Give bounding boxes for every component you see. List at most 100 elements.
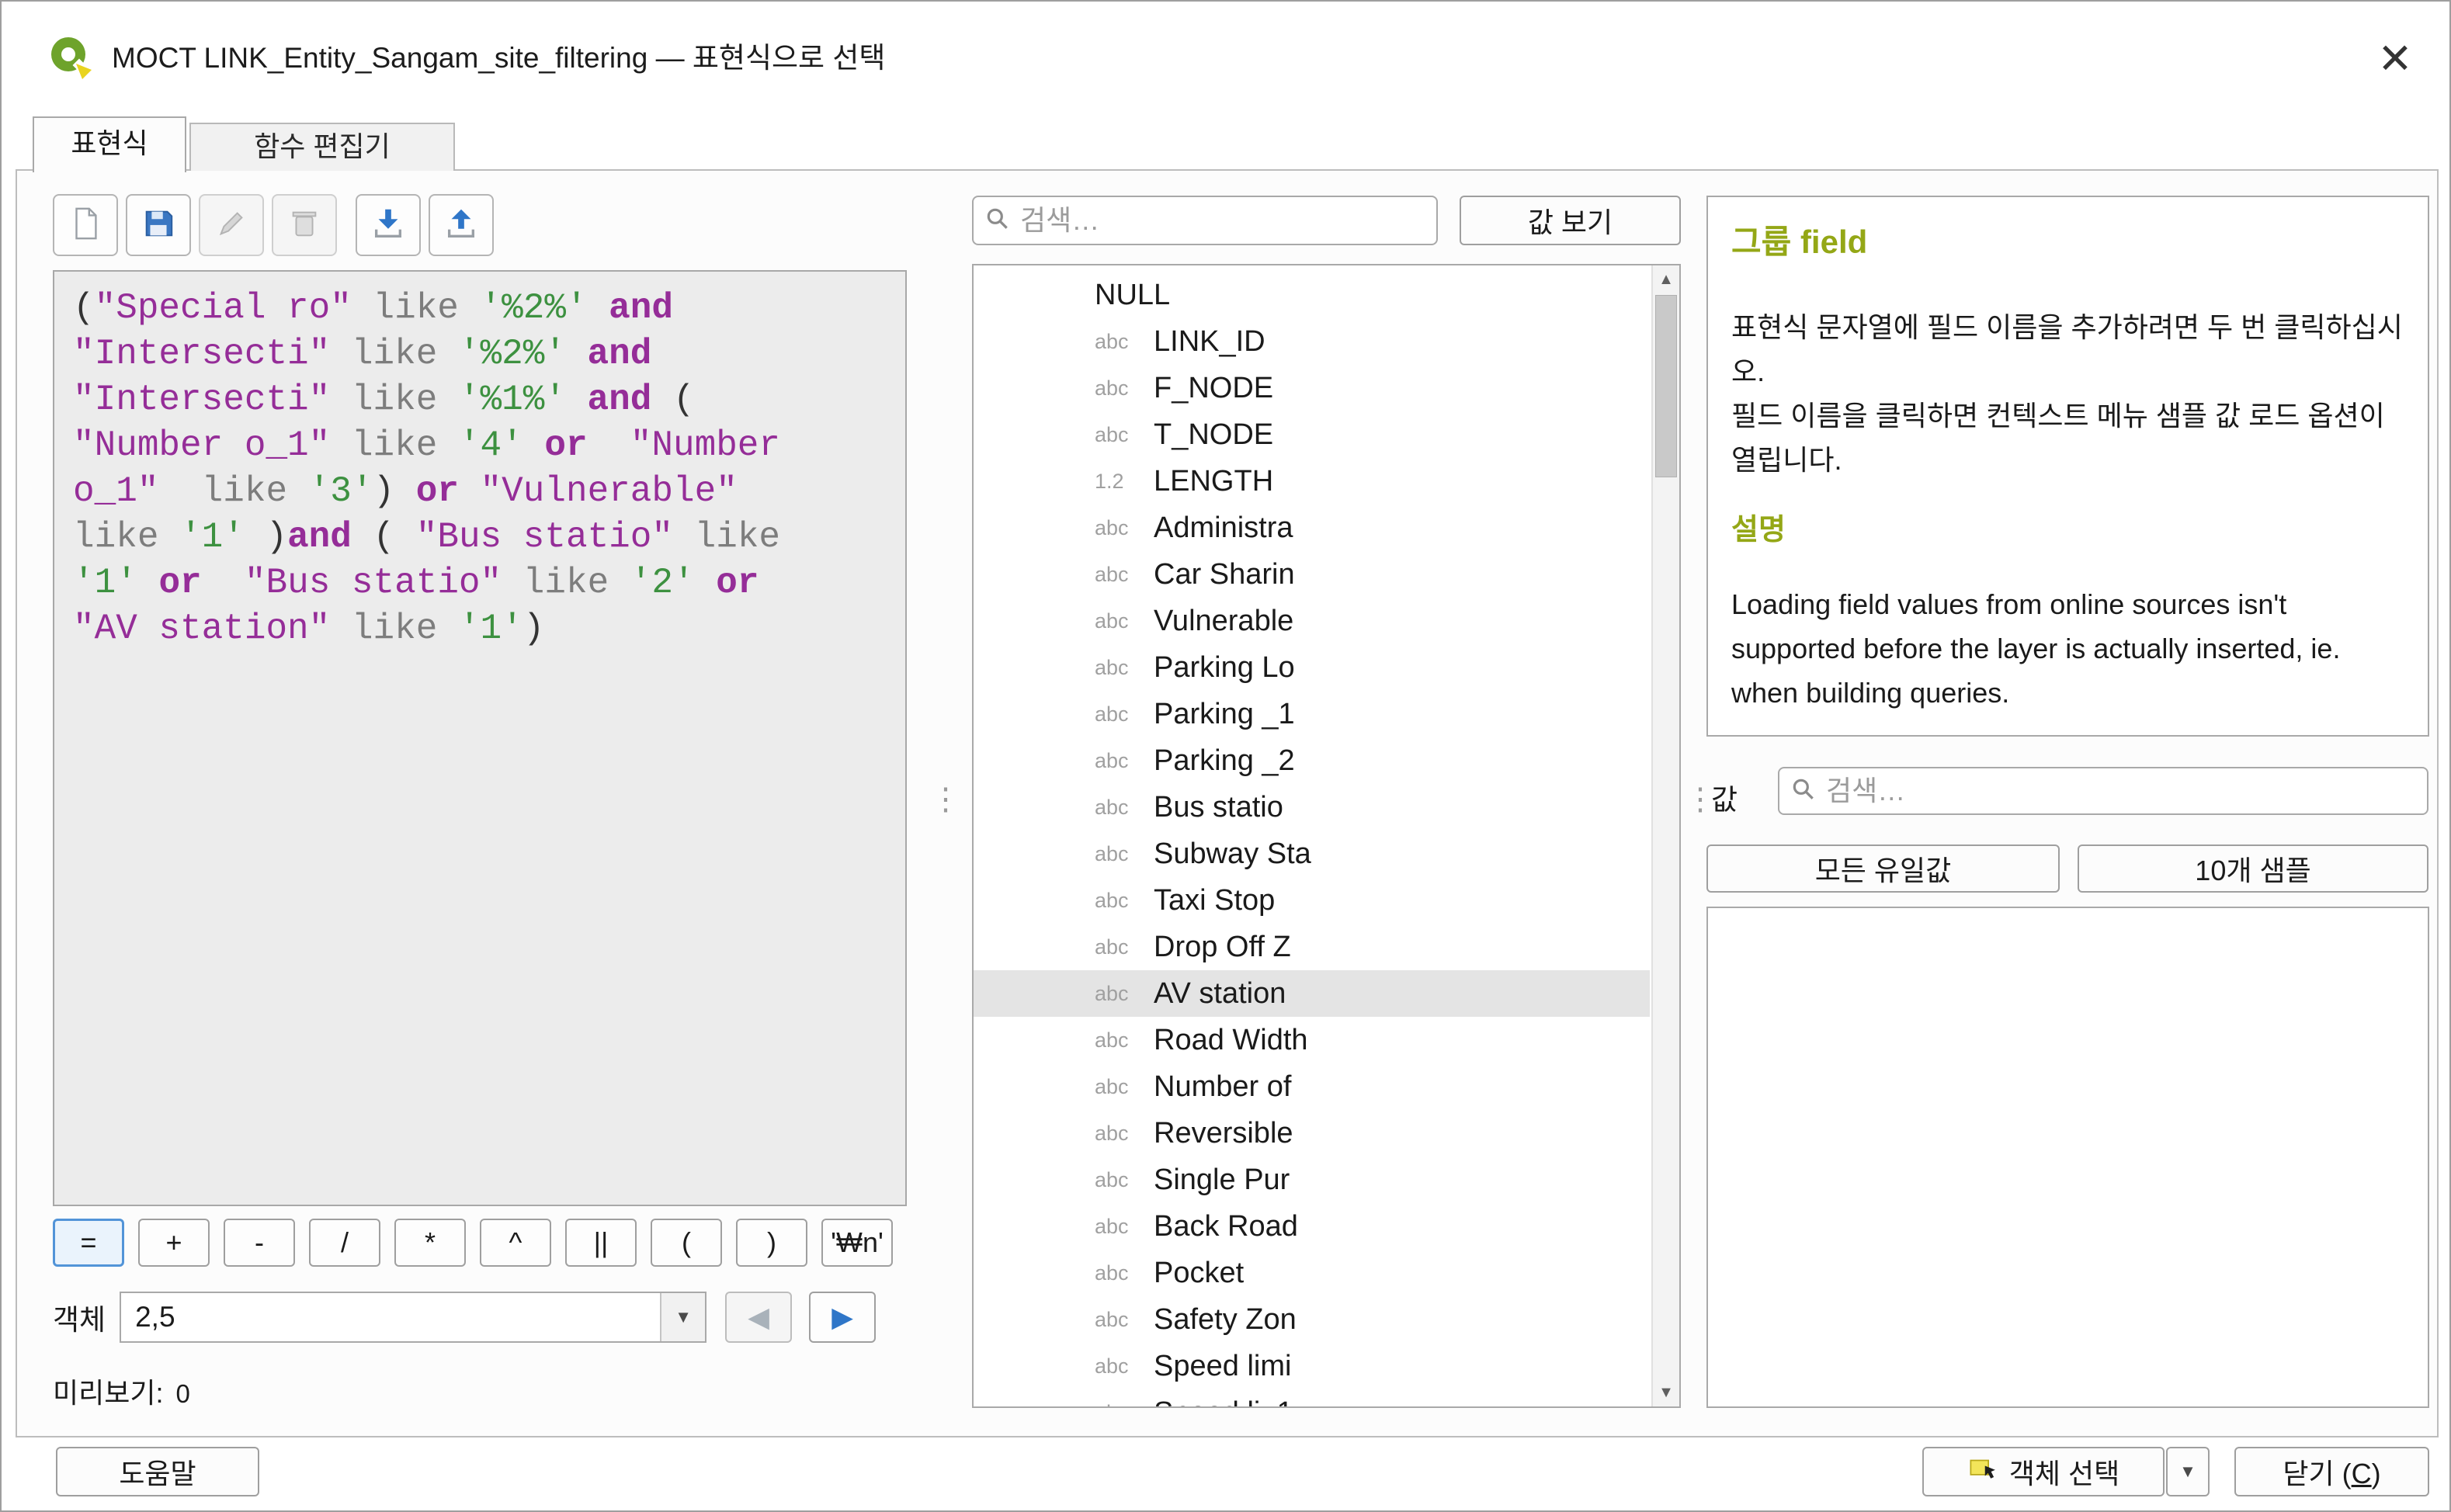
expression-editor[interactable]: ("Special ro" like '%2%' and "Intersecti… <box>53 270 907 1206</box>
import-expression-button[interactable] <box>356 194 421 256</box>
field-list-item[interactable]: abcParking _1 <box>974 691 1650 737</box>
operator-button[interactable]: * <box>394 1219 466 1267</box>
string-field-icon: abc <box>1095 982 1154 1006</box>
field-search-box <box>972 196 1438 245</box>
all-unique-values-button[interactable]: 모든 유일값 <box>1706 844 2060 893</box>
field-list-item[interactable]: abcSubway Sta <box>974 831 1650 877</box>
field-list-item[interactable]: abcCar Sharin <box>974 551 1650 598</box>
field-list-item[interactable]: 1.2LENGTH <box>974 458 1650 505</box>
field-list-item[interactable]: abcParking Lo <box>974 644 1650 691</box>
field-label: NULL <box>1095 279 1170 312</box>
prev-arrow-icon: ◀ <box>748 1301 769 1333</box>
edit-expression-button[interactable] <box>199 194 264 256</box>
field-label: F_NODE <box>1154 372 1273 405</box>
operator-button[interactable]: + <box>138 1219 210 1267</box>
field-list-item[interactable]: abcAV station <box>974 970 1650 1017</box>
field-label: Number of <box>1154 1070 1291 1104</box>
field-label: Administra <box>1154 512 1293 545</box>
operator-button[interactable]: '₩n' <box>821 1219 893 1267</box>
string-field-icon: abc <box>1095 1168 1154 1192</box>
field-list-item[interactable]: abcSingle Pur <box>974 1157 1650 1203</box>
select-features-button[interactable]: 객체 선택 <box>1922 1447 2165 1496</box>
operator-button[interactable]: ) <box>736 1219 807 1267</box>
string-field-icon: abc <box>1095 1028 1154 1053</box>
prev-feature-button[interactable]: ◀ <box>725 1292 792 1343</box>
preview-row: 미리보기: 0 <box>53 1371 190 1411</box>
field-list-item[interactable]: abcRoad Width <box>974 1017 1650 1063</box>
next-feature-button[interactable]: ▶ <box>809 1292 876 1343</box>
field-label: Safety Zon <box>1154 1303 1297 1337</box>
select-features-dropdown-button[interactable]: ▼ <box>2166 1447 2210 1496</box>
field-list-item[interactable]: abcF_NODE <box>974 365 1650 411</box>
field-list-item[interactable]: abcReversible <box>974 1110 1650 1157</box>
values-search-input[interactable] <box>1826 775 2416 807</box>
field-list-item[interactable]: abcVulnerable <box>974 598 1650 644</box>
values-search-box <box>1778 767 2428 815</box>
field-list-item[interactable]: abcSpeed limi <box>974 1343 1650 1389</box>
description-heading: 설명 <box>1731 505 2404 548</box>
save-expression-button[interactable] <box>126 194 191 256</box>
save-icon <box>141 206 176 245</box>
select-features-label: 객체 선택 <box>2009 1451 2119 1492</box>
field-label: Road Width <box>1154 1024 1308 1057</box>
field-label: Parking Lo <box>1154 651 1295 685</box>
field-list-item[interactable]: abcBack Road <box>974 1203 1650 1250</box>
field-list-item[interactable]: NULL <box>974 272 1650 318</box>
feature-combobox[interactable]: 2,5 ▼ <box>120 1292 706 1343</box>
chevron-down-icon[interactable]: ▼ <box>660 1293 705 1341</box>
string-field-icon: abc <box>1095 516 1154 540</box>
operator-button[interactable]: / <box>309 1219 380 1267</box>
field-list-item[interactable]: abcLINK_ID <box>974 318 1650 365</box>
scroll-thumb[interactable] <box>1655 295 1677 477</box>
close-icon[interactable]: ✕ <box>2361 26 2429 92</box>
field-list-item[interactable]: abcTaxi Stop <box>974 877 1650 924</box>
field-list-item[interactable]: abcPocket <box>974 1250 1650 1296</box>
field-label: Reversible <box>1154 1117 1293 1150</box>
field-list-item[interactable]: abcT_NODE <box>974 411 1650 458</box>
values-label: 값 <box>1711 776 1738 818</box>
help-button[interactable]: 도움말 <box>56 1447 259 1496</box>
new-file-icon <box>68 206 103 245</box>
operator-button[interactable]: - <box>224 1219 295 1267</box>
field-label: Subway Sta <box>1154 837 1311 871</box>
field-list-item[interactable]: abcDrop Off Z <box>974 924 1650 970</box>
panel-splitter[interactable]: ⋮ <box>930 784 961 815</box>
field-search-input[interactable] <box>1020 204 1425 237</box>
field-list-item[interactable]: abcBus statio <box>974 784 1650 831</box>
qgis-logo-icon <box>45 33 95 82</box>
new-expression-button[interactable] <box>53 194 118 256</box>
string-field-icon: abc <box>1095 423 1154 447</box>
close-dialog-button[interactable]: 닫기 (C) <box>2234 1447 2429 1496</box>
scroll-down-icon[interactable]: ▼ <box>1653 1378 1679 1406</box>
field-rows: NULLabcLINK_IDabcF_NODEabcT_NODE1.2LENGT… <box>974 265 1679 1408</box>
help-paragraph: 필드 이름을 클릭하면 컨텍스트 메뉴 샘플 값 로드 옵션이 열립니다. <box>1731 394 2404 482</box>
tab-function-editor[interactable]: 함수 편집기 <box>189 123 455 171</box>
field-list-item[interactable]: abcSafety Zon <box>974 1296 1650 1343</box>
operator-button[interactable]: || <box>565 1219 637 1267</box>
scroll-up-icon[interactable]: ▲ <box>1653 265 1679 293</box>
string-field-icon: abc <box>1095 563 1154 587</box>
tab-expression[interactable]: 표현식 <box>33 116 186 172</box>
select-features-icon <box>1967 1452 2000 1492</box>
field-list-item[interactable]: abcParking _2 <box>974 737 1650 784</box>
field-list-item[interactable]: abcAdministra <box>974 505 1650 551</box>
sample-values-button[interactable]: 10개 샘플 <box>2078 844 2428 893</box>
field-list-item[interactable]: abcNumber of <box>974 1063 1650 1110</box>
operator-button[interactable]: ^ <box>480 1219 551 1267</box>
field-list: NULLabcLINK_IDabcF_NODEabcT_NODE1.2LENGT… <box>972 264 1681 1408</box>
field-label: T_NODE <box>1154 418 1273 452</box>
field-list-item[interactable]: abcSpeed li_1 <box>974 1389 1650 1408</box>
string-field-icon: abc <box>1095 609 1154 633</box>
show-values-button[interactable]: 값 보기 <box>1460 196 1681 245</box>
export-expression-button[interactable] <box>429 194 494 256</box>
preview-value: 0 <box>175 1379 189 1409</box>
string-field-icon: abc <box>1095 1122 1154 1146</box>
operator-button[interactable]: = <box>53 1219 124 1267</box>
scrollbar[interactable]: ▲ ▼ <box>1651 265 1679 1406</box>
operator-buttons: = +-/ * ^ || () '₩n' <box>53 1219 893 1267</box>
string-field-icon: abc <box>1095 1215 1154 1239</box>
trash-icon <box>286 206 322 245</box>
field-label: Parking _2 <box>1154 744 1295 778</box>
operator-button[interactable]: ( <box>651 1219 722 1267</box>
delete-expression-button[interactable] <box>272 194 337 256</box>
